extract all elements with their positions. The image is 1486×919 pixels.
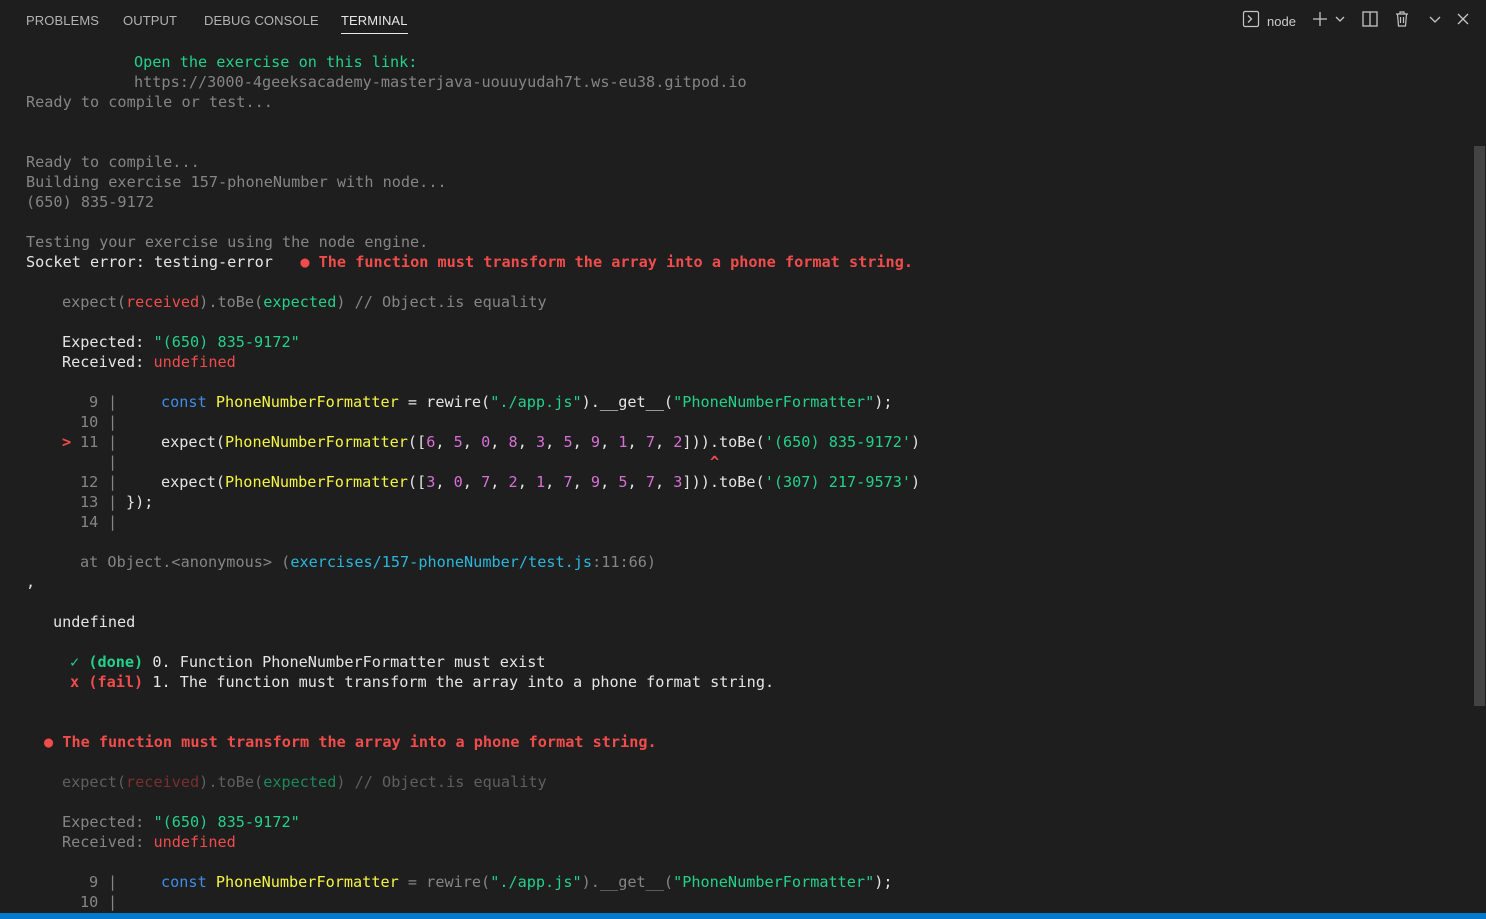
terminal-line: Building exercise 157-phoneNumber with n… <box>26 173 447 191</box>
terminal-launch-profile-button[interactable] <box>1332 10 1348 32</box>
exercise-url[interactable]: https://3000-4geeksacademy-masterjava-uo… <box>134 73 747 91</box>
terminal-line: Ready to compile or test... <box>26 93 273 111</box>
terminal-line: Testing your exercise using the node eng… <box>26 233 429 251</box>
test-result-done: ✓ (done) 0. Function PhoneNumberFormatte… <box>70 653 546 671</box>
socket-error: Socket error: testing-error <box>26 253 273 271</box>
split-icon <box>1361 10 1379 33</box>
close-icon <box>1456 12 1470 31</box>
terminal-line: expect(received).toBe(expected) // Objec… <box>62 293 547 311</box>
stack-trace-link[interactable]: exercises/157-phoneNumber/test.js <box>290 553 592 571</box>
terminal-line: Received: undefined <box>62 833 236 851</box>
close-panel-button[interactable] <box>1454 10 1472 32</box>
plus-icon <box>1312 11 1328 32</box>
terminal-line: Open the exercise on this link: <box>134 52 417 72</box>
terminal-line: Expected: "(650) 835-9172" <box>62 813 300 831</box>
terminal-toolbar: node <box>0 10 1486 32</box>
kill-terminal-button[interactable] <box>1392 10 1412 32</box>
failure-message: The function must transform the array in… <box>318 253 913 271</box>
terminal-line: expect(received).toBe(expected) // Objec… <box>62 773 547 791</box>
status-bar <box>0 913 1486 919</box>
chevron-down-icon <box>1428 12 1442 31</box>
chevron-down-icon <box>1334 12 1346 30</box>
terminal-line: Socket error: testing-error ● The functi… <box>26 253 913 271</box>
terminal-selector[interactable]: node <box>1242 10 1302 32</box>
terminal-line: (650) 835-9172 <box>26 193 155 211</box>
split-terminal-button[interactable] <box>1360 10 1380 32</box>
terminal-line: undefined <box>53 613 136 631</box>
terminal-line: ● The function must transform the array … <box>44 733 657 751</box>
maximize-panel-button[interactable] <box>1426 10 1444 32</box>
terminal-line: Ready to compile... <box>26 153 200 171</box>
new-terminal-button[interactable] <box>1310 10 1330 32</box>
trash-icon <box>1394 10 1410 33</box>
terminal-icon <box>1242 10 1260 33</box>
terminal-line: Expected: "(650) 835-9172" <box>62 333 300 351</box>
terminal-output[interactable]: Open the exercise on this link: https://… <box>0 52 1470 914</box>
terminal-line: , <box>26 573 36 591</box>
terminal-name: node <box>1267 13 1296 29</box>
stack-trace-line: at Object.<anonymous> (exercises/157-pho… <box>80 553 657 571</box>
open-link-label: Open the exercise on this link: <box>134 53 418 71</box>
terminal-line: https://3000-4geeksacademy-masterjava-uo… <box>134 72 747 92</box>
terminal-line: Received: undefined <box>62 353 236 371</box>
terminal-scrollbar[interactable] <box>1474 146 1485 706</box>
test-result-fail: x (fail) 1. The function must transform … <box>70 673 775 691</box>
